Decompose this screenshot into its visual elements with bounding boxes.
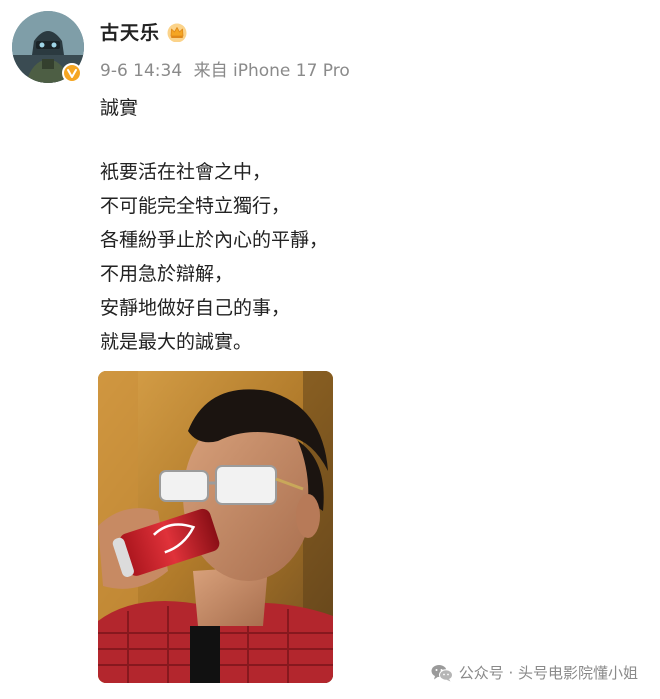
- crown-icon: [167, 23, 187, 42]
- verified-badge-icon: [62, 63, 82, 83]
- post-line: 各種紛爭止於內心的平靜，: [100, 229, 329, 251]
- post-title: 誠實: [100, 97, 139, 119]
- watermark: 公众号 · 头号电影院懂小姐: [431, 662, 638, 683]
- post-line: 安靜地做好自己的事，: [100, 297, 291, 319]
- post-source[interactable]: 来自 iPhone 17 Pro: [194, 61, 350, 81]
- post-line: 不可能完全特立獨行，: [100, 195, 291, 217]
- watermark-text: 公众号 · 头号电影院懂小姐: [458, 664, 638, 682]
- post-line: 衹要活在社會之中，: [100, 161, 272, 183]
- post-meta: 9-6 14:34 来自 iPhone 17 Pro: [100, 56, 356, 81]
- post-body: 衹要活在社會之中， 不可能完全特立獨行， 各種紛爭止於內心的平靜， 不用急於辯解…: [100, 155, 328, 359]
- post-line: 就是最大的誠實。: [100, 331, 253, 353]
- author-row: 古天乐: [100, 18, 188, 45]
- post-date: 9-6 14:34: [100, 61, 183, 81]
- post-photo[interactable]: [98, 371, 333, 683]
- author-name[interactable]: 古天乐: [100, 18, 160, 45]
- weibo-post: 古天乐 9-6 14:34 来自 iPhone 17 Pro 誠實 衹要活在社會…: [0, 0, 660, 699]
- wechat-icon: [431, 664, 453, 681]
- post-line: 不用急於辯解，: [100, 263, 234, 285]
